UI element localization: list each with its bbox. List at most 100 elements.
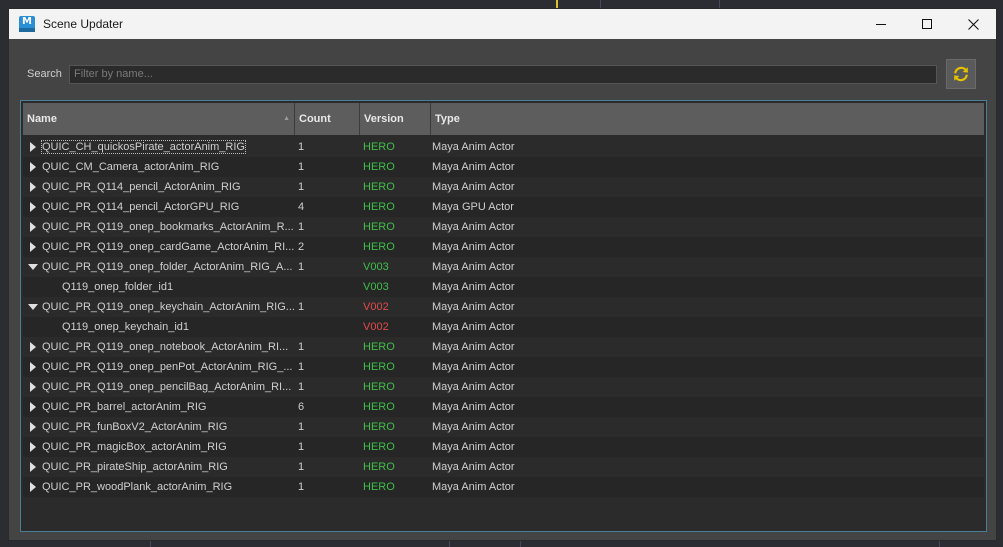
collapsed-arrow-icon[interactable] [28,382,38,392]
version-cell[interactable]: HERO [360,137,431,157]
item-name: QUIC_PR_funBoxV2_ActorAnim_RIG [42,421,228,433]
collapsed-arrow-icon[interactable] [28,222,38,232]
type-cell: Maya Anim Actor [432,481,515,493]
type-cell: Maya Anim Actor [432,381,515,393]
collapsed-arrow-icon[interactable] [28,402,38,412]
tree-row[interactable]: QUIC_PR_Q114_pencil_ActorGPU_RIG 4 HERO May… [23,197,984,217]
tree-row[interactable]: QUIC_PR_Q119_onep_bookmarks_ActorAnim_R.… [23,217,984,237]
tree-row[interactable]: QUIC_PR_pirateShip_actorAnim_RIG 1 HERO May… [23,457,984,477]
tree-row[interactable]: QUIC_PR_barrel_actorAnim_RIG 6 HERO Maya An… [23,397,984,417]
version-cell[interactable]: HERO [360,177,431,197]
tree-row[interactable]: QUIC_PR_woodPlank_actorAnim_RIG 1 HERO Maya… [23,477,984,497]
name-cell: QUIC_PR_barrel_actorAnim_RIG [23,397,295,417]
version-cell[interactable]: V003 [360,277,431,297]
type-cell: Maya Anim Actor [432,421,515,433]
name-cell: QUIC_PR_Q114_pencil_ActorAnim_RIG [23,177,295,197]
count-cell [295,277,360,297]
version-cell[interactable]: HERO [360,217,431,237]
version-cell[interactable]: HERO [360,457,431,477]
tree-row[interactable]: QUIC_PR_Q119_onep_notebook_ActorAnim_RI.… [23,337,984,357]
name-cell: QUIC_PR_funBoxV2_ActorAnim_RIG [23,417,295,437]
column-header-version[interactable]: Version [360,103,431,135]
item-name: QUIC_PR_Q119_onep_pencilBag_ActorAnim_RI… [42,381,292,393]
type-cell: Maya Anim Actor [432,241,515,253]
version-cell[interactable]: HERO [360,157,431,177]
version-cell[interactable]: V002 [360,297,431,317]
version-cell[interactable]: HERO [360,397,431,417]
collapsed-arrow-icon[interactable] [28,442,38,452]
type-cell: Maya Anim Actor [432,181,515,193]
version-cell[interactable]: HERO [360,477,431,497]
name-cell: QUIC_PR_woodPlank_actorAnim_RIG [23,477,295,497]
search-row: Search [27,59,978,89]
version-cell[interactable]: HERO [360,337,431,357]
minimize-button[interactable] [858,9,904,39]
collapsed-arrow-icon[interactable] [28,462,38,472]
tree-row[interactable]: QUIC_PR_Q114_pencil_ActorAnim_RIG 1 HERO Ma… [23,177,984,197]
column-header-count[interactable]: Count [295,103,360,135]
tree-row[interactable]: QUIC_CM_Camera_actorAnim_RIG 1 HERO Maya An… [23,157,984,177]
tree-row[interactable]: QUIC_PR_Q119_onep_keychain_ActorAnim_RIG… [23,297,984,317]
item-name: QUIC_CM_Camera_actorAnim_RIG [42,161,220,173]
search-input[interactable] [69,64,937,84]
sort-indicator-icon: ▲ [283,115,290,122]
collapsed-arrow-icon[interactable] [28,362,38,372]
tree-body: QUIC_CH_quickosPirate_actorAnim_RIG 1 HERO… [23,137,984,497]
item-name: QUIC_PR_pirateShip_actorAnim_RIG [42,461,228,473]
type-cell: Maya Anim Actor [432,281,515,293]
collapsed-arrow-icon[interactable] [28,202,38,212]
count-cell: 1 [298,221,305,233]
tree-row[interactable]: QUIC_PR_magicBox_actorAnim_RIG 1 HERO Maya … [23,437,984,457]
version-cell[interactable]: HERO [360,417,431,437]
tree-child-row[interactable]: Q119_onep_keychain_id1 V002 Maya Anim Acto… [23,317,984,337]
column-header-type[interactable]: Type [431,103,984,135]
count-cell: 1 [298,261,305,273]
item-name: QUIC_PR_Q119_onep_penPot_ActorAnim_RIG_.… [42,361,293,373]
item-name: QUIC_PR_Q119_onep_bookmarks_ActorAnim_R.… [42,221,294,233]
close-icon [967,18,979,30]
collapsed-arrow-icon[interactable] [28,342,38,352]
refresh-button[interactable] [946,59,976,89]
title-bar[interactable]: M Scene Updater [9,9,996,39]
scene-tree[interactable]: Name ▲ Count Version Type QUIC_CH_quicko… [20,100,987,532]
collapsed-arrow-icon[interactable] [28,162,38,172]
name-cell: QUIC_PR_Q119_onep_folder_ActorAnim_RIG_A… [23,257,295,277]
version-cell[interactable]: HERO [360,357,431,377]
minimize-icon [876,24,886,25]
column-header-name[interactable]: Name ▲ [23,103,295,135]
tree-header: Name ▲ Count Version Type [23,103,984,135]
item-name: QUIC_CH_quickosPirate_actorAnim_RIG [41,140,246,154]
name-cell: QUIC_PR_Q119_onep_bookmarks_ActorAnim_R.… [23,217,295,237]
version-cell[interactable]: HERO [360,377,431,397]
name-cell: QUIC_PR_Q114_pencil_ActorGPU_RIG [23,197,295,217]
expanded-arrow-icon[interactable] [28,262,38,272]
type-cell: Maya Anim Actor [432,361,515,373]
collapsed-arrow-icon[interactable] [28,182,38,192]
collapsed-arrow-icon[interactable] [28,482,38,492]
count-cell: 4 [298,201,305,213]
close-button[interactable] [950,9,996,39]
tree-child-row[interactable]: Q119_onep_folder_id1 V003 Maya Anim Actor [23,277,984,297]
tree-row[interactable]: QUIC_CH_quickosPirate_actorAnim_RIG 1 HERO… [23,137,984,157]
version-cell[interactable]: V003 [360,257,431,277]
version-cell[interactable]: V002 [360,317,431,337]
collapsed-arrow-icon[interactable] [28,422,38,432]
type-cell: Maya Anim Actor [432,461,515,473]
tree-row[interactable]: QUIC_PR_Q119_onep_cardGame_ActorAnim_RI.… [23,237,984,257]
version-cell[interactable]: HERO [360,437,431,457]
tree-row[interactable]: QUIC_PR_funBoxV2_ActorAnim_RIG 1 HERO Maya … [23,417,984,437]
count-cell: 1 [298,161,305,173]
collapsed-arrow-icon[interactable] [28,242,38,252]
maximize-button[interactable] [904,9,950,39]
name-cell: QUIC_PR_Q119_onep_notebook_ActorAnim_RI.… [23,337,295,357]
type-cell: Maya Anim Actor [432,221,515,233]
search-label: Search [27,68,62,80]
tree-row[interactable]: QUIC_PR_Q119_onep_penPot_ActorAnim_RIG_.… [23,357,984,377]
collapsed-arrow-icon[interactable] [28,142,38,152]
count-cell: 1 [298,481,305,493]
version-cell[interactable]: HERO [360,237,431,257]
expanded-arrow-icon[interactable] [28,302,38,312]
version-cell[interactable]: HERO [360,197,431,217]
tree-row[interactable]: QUIC_PR_Q119_onep_folder_ActorAnim_RIG_A… [23,257,984,277]
tree-row[interactable]: QUIC_PR_Q119_onep_pencilBag_ActorAnim_RI… [23,377,984,397]
